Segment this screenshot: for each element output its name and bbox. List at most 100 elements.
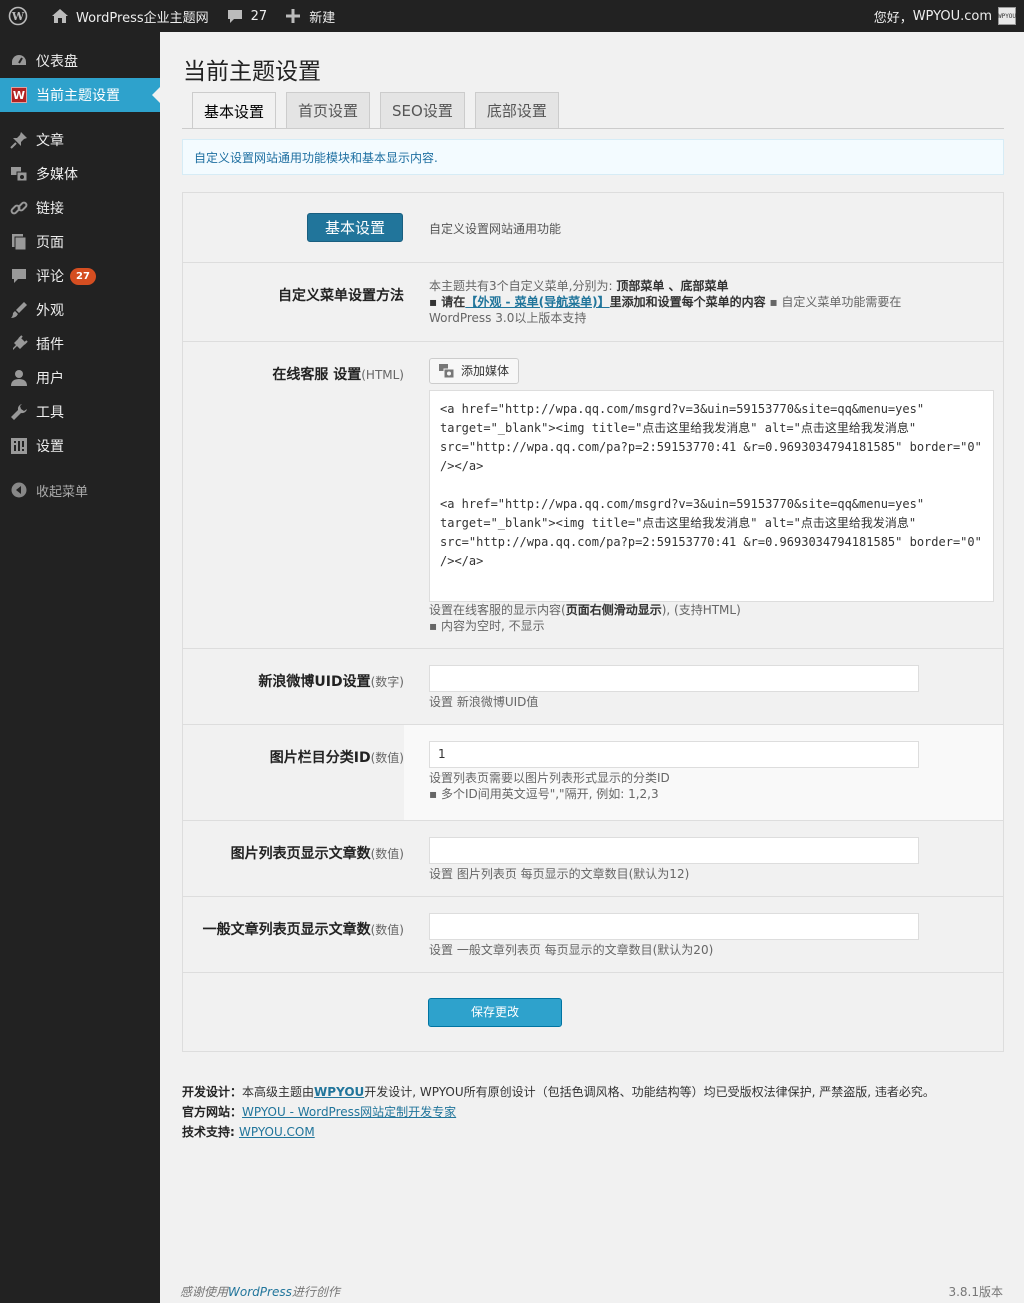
sidebar-item-label: 链接 xyxy=(36,201,64,217)
plus-icon xyxy=(283,6,303,26)
gallery-count-input[interactable] xyxy=(429,837,919,864)
weibo-uid-desc: 设置 新浪微博UID值 xyxy=(429,695,539,709)
theme-credits: 开发设计：本高级主题由WPYOU开发设计, WPYOU所有原创设计（包括色调风格… xyxy=(182,1082,935,1142)
add-media-icon xyxy=(439,363,455,379)
collapse-menu-button[interactable]: 收起菜单 xyxy=(0,473,160,507)
comments-badge: 27 xyxy=(70,267,96,285)
sidebar-item-pages[interactable]: 页面 xyxy=(0,225,160,259)
user-icon xyxy=(9,368,29,388)
section-desc: 自定义设置网站通用功能 xyxy=(429,222,562,236)
official-site-line: 官方网站：WPYOU - WordPress网站定制开发专家 xyxy=(182,1105,457,1119)
sidebar-item-tools[interactable]: 工具 xyxy=(0,395,160,429)
comment-bubble-icon xyxy=(225,6,245,26)
footer-thanks: 感谢使用WordPress进行创作 xyxy=(180,1285,340,1299)
media-icon xyxy=(9,164,29,184)
post-count-desc: 设置 一般文章列表页 每页显示的文章数目(默认为20) xyxy=(429,943,714,957)
section-header-row: 基本设置 自定义设置网站通用功能 xyxy=(183,193,1003,263)
tab-seo-settings[interactable]: SEO设置 xyxy=(380,92,465,128)
post-count-label: 一般文章列表页显示文章数(数值) xyxy=(202,922,404,938)
add-media-button[interactable]: 添加媒体 xyxy=(429,358,520,384)
sidebar-item-label: 页面 xyxy=(36,235,64,251)
sidebar-item-links[interactable]: 链接 xyxy=(0,191,160,225)
user-name: WPYOU.com xyxy=(912,8,992,24)
gallery-category-desc: 设置列表页需要以图片列表形式显示的分类ID xyxy=(429,771,670,785)
gallery-category-label: 图片栏目分类ID(数值) xyxy=(183,725,404,820)
admin-bar: W WordPress企业主题网 27 新建 您好， WPYOU.com WPY… xyxy=(0,0,1024,32)
link-icon xyxy=(9,198,29,218)
greeting: 您好， xyxy=(873,10,913,26)
sidebar-item-appearance[interactable]: 外观 xyxy=(0,293,160,327)
menu-setup-line2: ▪ 请在【外观 - 菜单(导航菜单)】里添加和设置每个菜单的内容 ▪ 自定义菜单… xyxy=(429,295,902,309)
menu-setup-line1: 本主题共有3个自定义菜单,分别为: 顶部菜单 、底部菜单 xyxy=(429,279,729,293)
wordpress-link[interactable]: WordPress xyxy=(228,1285,292,1299)
online-service-desc2: ▪ 内容为空时, 不显示 xyxy=(429,619,545,633)
info-notice: 自定义设置网站通用功能模块和基本显示内容. xyxy=(182,139,1004,175)
sidebar-item-posts[interactable]: 文章 xyxy=(0,123,160,157)
sidebar-item-theme-settings[interactable]: W 当前主题设置 xyxy=(0,78,160,112)
appearance-menu-link[interactable]: 【外观 - 菜单(导航菜单)】 xyxy=(465,295,609,309)
sidebar-item-settings[interactable]: 设置 xyxy=(0,429,160,463)
site-name-link[interactable]: WordPress企业主题网 xyxy=(42,0,217,32)
comments-count: 27 xyxy=(250,8,268,24)
tab-footer-settings[interactable]: 底部设置 xyxy=(474,92,559,128)
gallery-count-row: 图片列表页显示文章数(数值) 设置 图片列表页 每页显示的文章数目(默认为12) xyxy=(183,821,1003,897)
svg-text:W: W xyxy=(11,10,25,23)
sidebar-item-media[interactable]: 多媒体 xyxy=(0,157,160,191)
menu-setup-row: 自定义菜单设置方法 本主题共有3个自定义菜单,分别为: 顶部菜单 、底部菜单 ▪… xyxy=(183,263,1003,342)
online-service-desc: 设置在线客服的显示内容(页面右侧滑动显示), (支持HTML) xyxy=(429,603,741,617)
post-count-input[interactable] xyxy=(429,913,919,940)
settings-tabs: 基本设置 首页设置 SEO设置 底部设置 xyxy=(192,92,569,129)
menu-setup-line3: WordPress 3.0以上版本支持 xyxy=(429,311,587,325)
settings-icon xyxy=(9,436,29,456)
weibo-uid-input[interactable] xyxy=(429,665,919,692)
sidebar-item-label: 评论 xyxy=(36,269,64,285)
dashboard-icon xyxy=(9,51,29,71)
version-text: 3.8.1版本 xyxy=(948,1285,1003,1299)
gallery-category-desc2: ▪ 多个ID间用英文逗号","隔开, 例如: 1,2,3 xyxy=(429,787,659,801)
new-content-link[interactable]: 新建 xyxy=(275,0,343,32)
official-site-link[interactable]: WPYOU - WordPress网站定制开发专家 xyxy=(242,1105,456,1119)
wrench-icon xyxy=(9,402,29,422)
settings-form: 基本设置 自定义设置网站通用功能 自定义菜单设置方法 本主题共有3个自定义菜单,… xyxy=(182,192,1004,1052)
sidebar-item-label: 用户 xyxy=(36,371,64,387)
home-icon xyxy=(50,6,70,26)
sidebar-item-users[interactable]: 用户 xyxy=(0,361,160,395)
menu-setup-label: 自定义菜单设置方法 xyxy=(278,288,404,304)
save-changes-button[interactable]: 保存更改 xyxy=(428,998,562,1027)
post-count-row: 一般文章列表页显示文章数(数值) 设置 一般文章列表页 每页显示的文章数目(默认… xyxy=(183,897,1003,973)
online-service-label: 在线客服 设置(HTML) xyxy=(272,367,404,383)
pages-icon xyxy=(9,232,29,252)
admin-sidebar: 仪表盘 W 当前主题设置 文章 多媒体 链接 页面 评论 27 外观 插件 用户… xyxy=(0,32,160,1303)
sidebar-item-plugins[interactable]: 插件 xyxy=(0,327,160,361)
site-name: WordPress企业主题网 xyxy=(76,10,209,26)
support-link[interactable]: WPYOU.COM xyxy=(239,1125,315,1139)
tab-home-settings[interactable]: 首页设置 xyxy=(286,92,371,128)
gallery-count-label: 图片列表页显示文章数(数值) xyxy=(230,846,404,862)
sidebar-item-label: 多媒体 xyxy=(36,167,78,183)
plug-icon xyxy=(9,334,29,354)
weibo-uid-row: 新浪微博UID设置(数字) 设置 新浪微博UID值 xyxy=(183,649,1003,725)
wordpress-logo-button[interactable]: W xyxy=(0,0,42,32)
my-account[interactable]: 您好， WPYOU.com WPYOU xyxy=(874,7,1024,26)
gallery-count-desc: 设置 图片列表页 每页显示的文章数目(默认为12) xyxy=(429,867,690,881)
sidebar-item-comments[interactable]: 评论 27 xyxy=(0,259,160,293)
weibo-uid-label: 新浪微博UID设置(数字) xyxy=(258,674,404,690)
collapse-label: 收起菜单 xyxy=(36,484,89,500)
comment-icon xyxy=(9,266,29,286)
online-service-row: 在线客服 设置(HTML) 添加媒体 <a href="http://wpa.q… xyxy=(183,342,1003,649)
comments-link[interactable]: 27 xyxy=(217,0,276,32)
new-label: 新建 xyxy=(309,10,336,26)
wpyou-link[interactable]: WPYOU xyxy=(314,1085,364,1099)
section-basic-button[interactable]: 基本设置 xyxy=(307,213,404,242)
online-service-code-textarea[interactable]: <a href="http://wpa.qq.com/msgrd?v=3&uin… xyxy=(429,390,994,602)
sidebar-item-label: 插件 xyxy=(36,337,64,353)
dev-credit-line: 开发设计：本高级主题由WPYOU开发设计, WPYOU所有原创设计（包括色调风格… xyxy=(182,1085,935,1099)
theme-logo-icon: W xyxy=(11,87,27,103)
gallery-category-input[interactable]: 1 xyxy=(429,741,919,768)
sidebar-item-dashboard[interactable]: 仪表盘 xyxy=(0,44,160,78)
sidebar-item-label: 设置 xyxy=(36,439,64,455)
wordpress-logo-icon: W xyxy=(8,6,28,26)
page-title: 当前主题设置 xyxy=(183,59,321,85)
support-line: 技术支持: WPYOU.COM xyxy=(182,1125,315,1139)
tab-basic-settings[interactable]: 基本设置 xyxy=(192,92,277,129)
